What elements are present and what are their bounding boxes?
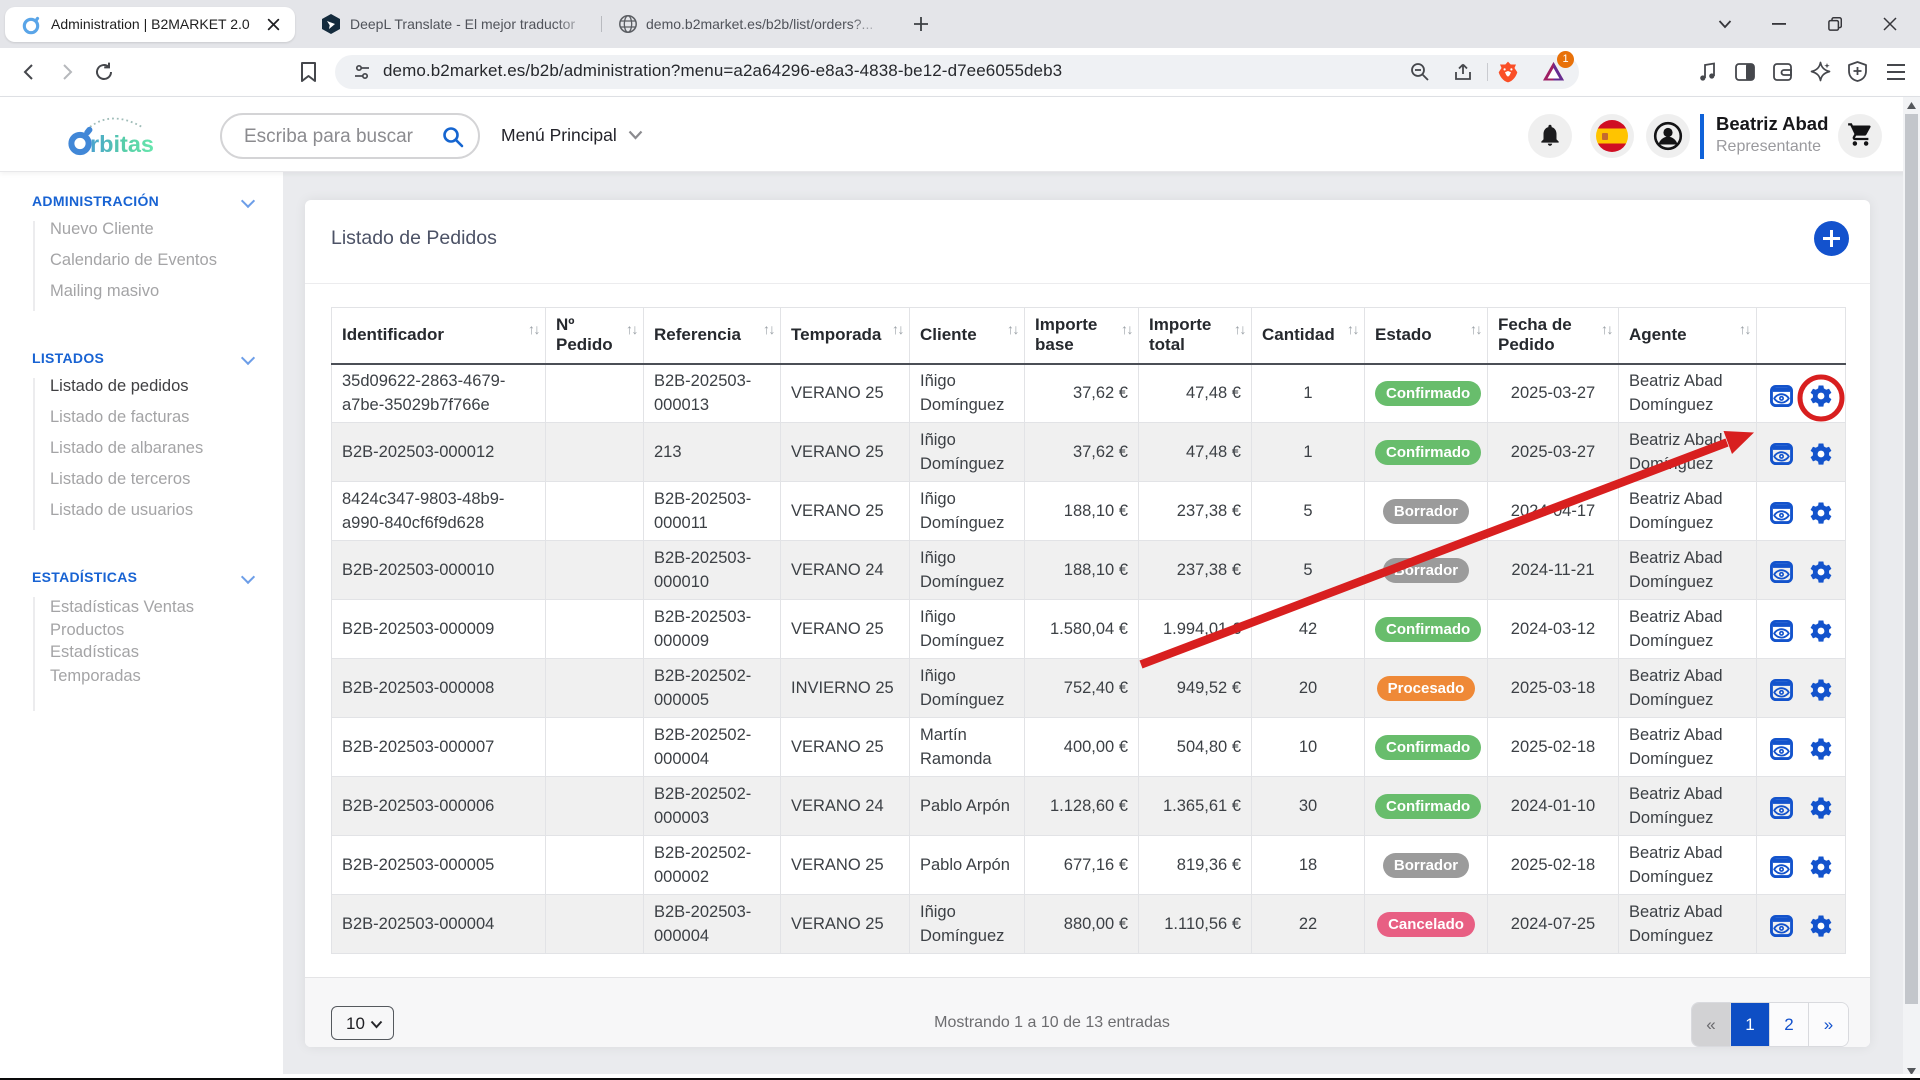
svg-text:rbitas: rbitas xyxy=(90,131,154,157)
